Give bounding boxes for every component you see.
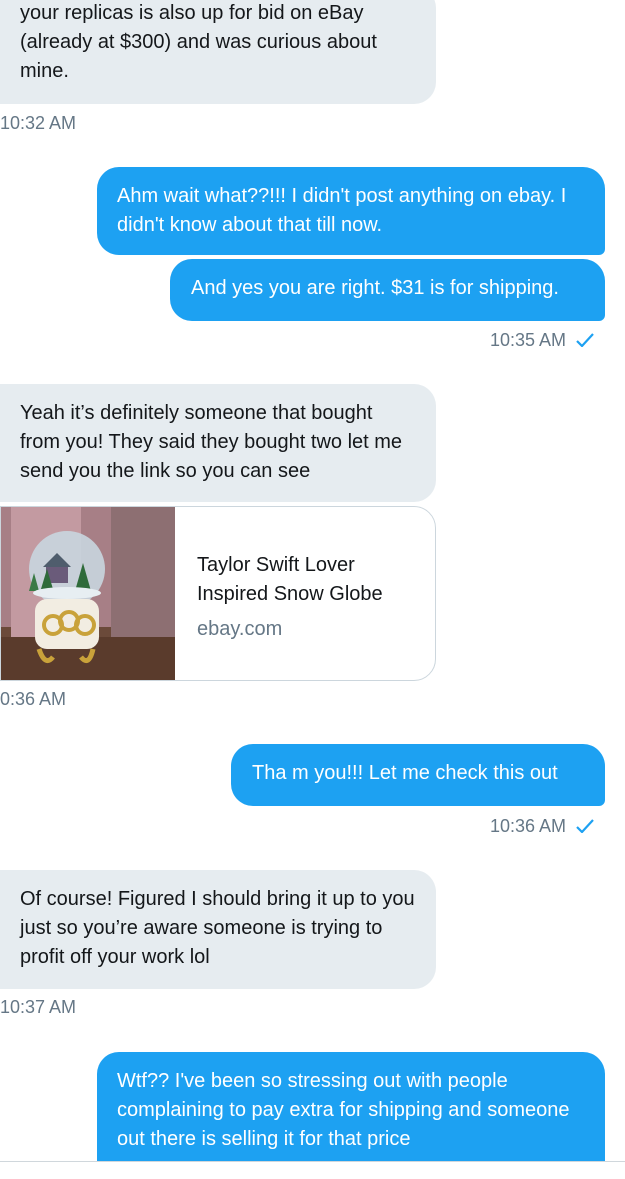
incoming-message[interactable]: Yeah it’s definitely someone that bought… <box>0 384 436 502</box>
timestamp-text: 10:36 AM <box>490 816 567 836</box>
checkmark-icon <box>576 333 594 347</box>
outgoing-message[interactable]: Wtf?? I've been so stressing out with pe… <box>97 1052 605 1162</box>
message-text: your replicas is also up for bid on eBay… <box>20 2 377 82</box>
message-text: Tha m you!!! Let me check this out <box>252 762 558 784</box>
message-timestamp: 10:37 AM <box>0 997 77 1017</box>
message-text: Wtf?? I've been so stressing out with pe… <box>117 1070 570 1150</box>
message-timestamp: 0:36 AM <box>0 689 67 709</box>
message-text: Ahm wait what??!!! I didn't post anythin… <box>117 185 567 236</box>
link-preview-card[interactable]: Taylor Swift Lover Inspired Snow Globe e… <box>0 506 436 681</box>
link-title: Taylor Swift Lover Inspired Snow Globe <box>197 554 383 605</box>
message-timestamp: 10:36 AM <box>490 816 594 837</box>
snow-globe-thumbnail <box>1 507 175 680</box>
checkmark-icon <box>576 819 594 833</box>
outgoing-message[interactable]: And yes you are right. $31 is for shippi… <box>170 259 605 321</box>
message-text: And yes you are right. $31 is for shippi… <box>191 277 559 299</box>
message-timestamp: 10:32 AM <box>0 113 77 133</box>
timestamp-text: 10:35 AM <box>490 330 567 350</box>
incoming-message[interactable]: Of course! Figured I should bring it up … <box>0 870 436 989</box>
outgoing-message[interactable]: Tha m you!!! Let me check this out <box>231 744 605 806</box>
message-text: Yeah it’s definitely someone that bought… <box>20 402 403 482</box>
divider <box>0 1161 625 1162</box>
outgoing-message[interactable]: Ahm wait what??!!! I didn't post anythin… <box>97 167 605 255</box>
message-text: Of course! Figured I should bring it up … <box>20 888 415 968</box>
message-timestamp: 10:35 AM <box>490 330 594 351</box>
link-domain: ebay.com <box>197 618 283 640</box>
incoming-message[interactable]: your replicas is also up for bid on eBay… <box>0 0 436 104</box>
